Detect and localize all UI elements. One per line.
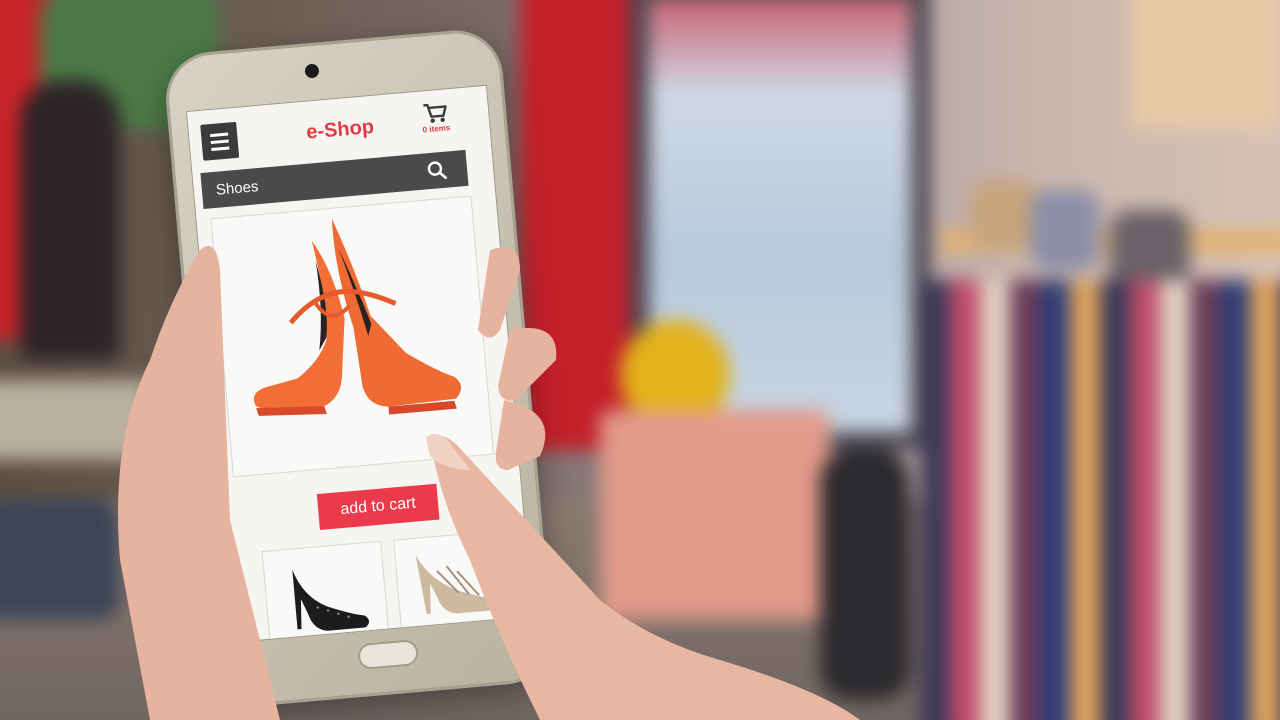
pointing-hand [118,245,860,720]
